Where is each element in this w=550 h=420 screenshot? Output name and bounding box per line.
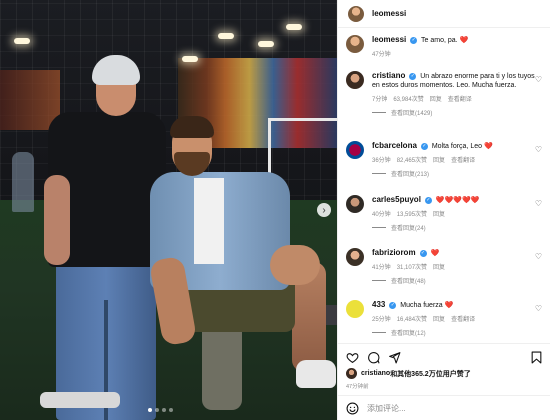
- avatar[interactable]: [346, 248, 364, 266]
- comment-item: fcbarcelona ✓ Molta força, Leo ❤️ 36分钟 8…: [346, 141, 550, 178]
- stadium-light: [218, 33, 234, 39]
- verified-icon: ✓: [420, 142, 428, 150]
- heart-icon[interactable]: ♡: [535, 145, 542, 154]
- heart-icon[interactable]: ♡: [535, 304, 542, 313]
- comment-time: 36分钟: [372, 158, 391, 164]
- comment-item: 433 ✓ Mucha fuerza ❤️ 25分钟 16,484次赞 回复 查…: [346, 300, 550, 337]
- verified-icon: ✓: [409, 72, 417, 80]
- view-replies[interactable]: 查看回复(213): [372, 169, 550, 178]
- comment-likes[interactable]: 63,984次赞: [393, 94, 423, 103]
- man-arm: [44, 175, 70, 265]
- comment-username[interactable]: cristiano: [372, 71, 405, 80]
- reply-button[interactable]: 回复: [433, 209, 445, 218]
- carousel-dots: [148, 408, 173, 412]
- avatar[interactable]: [346, 195, 364, 213]
- comment-input[interactable]: 添加评论...: [367, 403, 406, 414]
- avatar[interactable]: [346, 71, 364, 89]
- view-replies[interactable]: 查看回复(1429): [372, 108, 550, 117]
- view-replies[interactable]: 查看回复(48): [372, 276, 550, 285]
- add-comment-bar: 添加评论...: [338, 395, 550, 420]
- verified-icon: ✓: [389, 301, 397, 309]
- stadium-light: [14, 38, 30, 44]
- comment-likes[interactable]: 16,484次赞: [397, 314, 427, 323]
- post-header: leomessi: [338, 0, 550, 28]
- avatar[interactable]: [346, 300, 364, 318]
- comment-likes[interactable]: 13,595次赞: [397, 209, 427, 218]
- shoe: [296, 360, 336, 388]
- post-timestamp: 47分钟前: [346, 384, 369, 390]
- carousel-dot: [169, 408, 173, 412]
- comment-time: 41分钟: [372, 265, 391, 271]
- share-icon[interactable]: [388, 351, 401, 364]
- avatar: [346, 368, 357, 379]
- reply-button[interactable]: 回复: [433, 314, 445, 323]
- avatar[interactable]: [346, 141, 364, 159]
- comments-list: leomessi ✓ Te amo, pa. ❤️ 47分钟 cristiano…: [338, 28, 550, 342]
- stadium-light: [182, 56, 198, 62]
- carousel-dot: [155, 408, 159, 412]
- comment-icon[interactable]: [367, 351, 380, 364]
- comment-time: 7分钟: [372, 97, 388, 103]
- caption-username[interactable]: leomessi: [372, 35, 406, 44]
- comment-time: 40分钟: [372, 212, 391, 218]
- background-person: [12, 152, 34, 212]
- comment-item: fabriziorom ✓ ❤️ 41分钟 31,107次赞 回复 查看回复(4…: [346, 248, 550, 285]
- white-tshirt: [194, 178, 224, 264]
- post-sidebar: leomessi leomessi ✓ Te amo, pa. ❤️ 47分钟: [337, 0, 550, 420]
- translate-button[interactable]: 查看翻译: [448, 94, 472, 103]
- comment-text: ❤️: [430, 250, 440, 257]
- heart-icon[interactable]: ♡: [535, 199, 542, 208]
- carousel-dot: [148, 408, 152, 412]
- comment-username[interactable]: carles5puyol: [372, 195, 421, 204]
- translate-button[interactable]: 查看翻译: [451, 314, 475, 323]
- messi-hair: [170, 116, 214, 138]
- comment-username[interactable]: fabriziorom: [372, 248, 416, 257]
- emoji-icon[interactable]: [346, 402, 359, 415]
- comment-text: Molta força, Leo ❤️: [431, 143, 493, 150]
- action-bar: cristiano 和其他365.2万位用户赞了 47分钟前: [338, 343, 550, 392]
- reply-button[interactable]: 回复: [430, 94, 442, 103]
- comment-username[interactable]: 433: [372, 300, 385, 309]
- shoes-on-floor: [40, 392, 120, 408]
- reply-button[interactable]: 回复: [433, 262, 445, 271]
- likes-summary: cristiano 和其他365.2万位用户赞了: [338, 367, 550, 380]
- chevron-right-icon: ›: [322, 204, 326, 216]
- heart-icon[interactable]: [346, 351, 359, 364]
- comment-item: carles5puyol ✓ ❤️❤️❤️❤️❤️ 40分钟 13,595次赞 …: [346, 195, 550, 232]
- stadium-light: [258, 41, 274, 47]
- carousel-dot: [162, 408, 166, 412]
- comment-username[interactable]: fcbarcelona: [372, 141, 417, 150]
- heart-icon[interactable]: ♡: [535, 252, 542, 261]
- verified-icon: ✓: [419, 249, 427, 257]
- comment-likes[interactable]: 82,465次赞: [397, 155, 427, 164]
- author-username[interactable]: leomessi: [372, 9, 406, 18]
- comment-text: Mucha fuerza ❤️: [400, 302, 454, 309]
- verified-icon: ✓: [424, 196, 432, 204]
- stadium-light: [286, 24, 302, 30]
- avatar[interactable]: [348, 5, 364, 22]
- reply-button[interactable]: 回复: [433, 155, 445, 164]
- comment-likes[interactable]: 31,107次赞: [397, 262, 427, 271]
- verified-icon: ✓: [410, 36, 418, 44]
- liker-username[interactable]: cristiano: [361, 370, 390, 377]
- caption-text: Te amo, pa. ❤️: [421, 37, 469, 44]
- next-image-button[interactable]: ›: [317, 203, 331, 217]
- goal-post: [268, 118, 337, 176]
- view-replies[interactable]: 查看回复(12): [372, 328, 550, 337]
- caption-item: leomessi ✓ Te amo, pa. ❤️ 47分钟: [346, 35, 550, 58]
- post-photo: ›: [0, 0, 337, 420]
- bookmark-icon[interactable]: [530, 351, 543, 364]
- translate-button[interactable]: 查看翻译: [451, 155, 475, 164]
- heart-icon[interactable]: ♡: [535, 75, 542, 84]
- likes-count[interactable]: 和其他365.2万位用户赞了: [390, 369, 471, 379]
- comment-time: 25分钟: [372, 317, 391, 323]
- avatar[interactable]: [346, 35, 364, 53]
- caption-time: 47分钟: [372, 52, 391, 58]
- comment-text: ❤️❤️❤️❤️❤️: [435, 197, 480, 204]
- comment-item: cristiano ✓ Un abrazo enorme para ti y l…: [346, 71, 550, 117]
- view-replies[interactable]: 查看回复(24): [372, 223, 550, 232]
